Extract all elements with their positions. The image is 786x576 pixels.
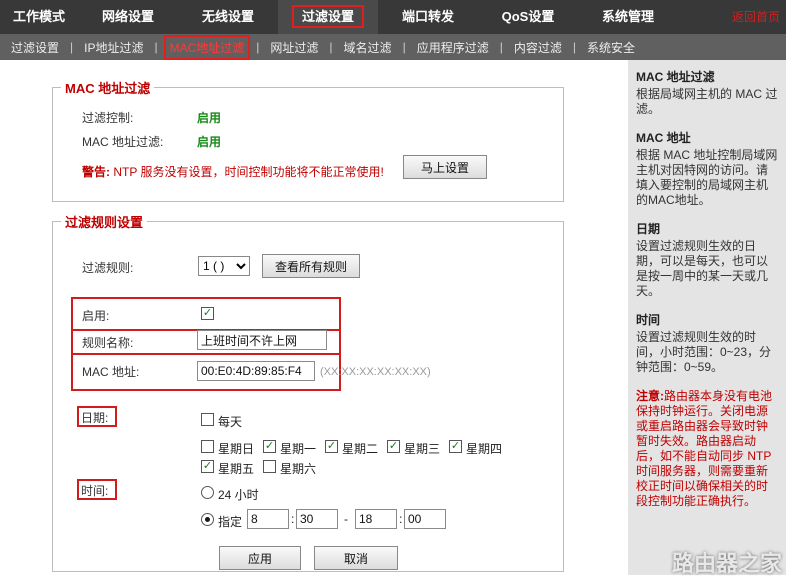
friday-checkbox[interactable]: ✓ bbox=[201, 460, 214, 473]
tuesday-label: 星期二 bbox=[342, 442, 379, 456]
subnav-content-filter[interactable]: 内容过滤 bbox=[503, 39, 573, 56]
everyday-checkbox[interactable] bbox=[201, 413, 214, 426]
start-hour-input[interactable] bbox=[247, 509, 289, 529]
everyday-label: 每天 bbox=[218, 415, 243, 429]
nav-system-management[interactable]: 系统管理 bbox=[578, 0, 678, 34]
monday-label: 星期一 bbox=[280, 442, 317, 456]
nav-port-forwarding[interactable]: 端口转发 bbox=[378, 0, 478, 34]
nav-wireless-settings[interactable]: 无线设置 bbox=[178, 0, 278, 34]
tuesday-checkbox[interactable]: ✓ bbox=[325, 440, 338, 453]
time-24h-label: 24 小时 bbox=[218, 488, 259, 502]
filter-control-value: 启用 bbox=[197, 111, 222, 125]
setup-now-button[interactable]: 马上设置 bbox=[403, 155, 487, 179]
thursday-checkbox[interactable]: ✓ bbox=[449, 440, 462, 453]
help-mac-filter-text: 根据局域网主机的 MAC 过滤。 bbox=[636, 87, 778, 116]
monday-checkbox[interactable]: ✓ bbox=[263, 440, 276, 453]
time-label: 时间: bbox=[81, 484, 109, 498]
help-time-title: 时间 bbox=[636, 313, 661, 327]
saturday-label: 星期六 bbox=[280, 462, 317, 476]
nav-filter-settings-label: 过滤设置 bbox=[291, 5, 364, 28]
time-custom-radio[interactable] bbox=[201, 513, 214, 526]
help-sidebar: MAC 地址过滤 根据局域网主机的 MAC 过滤。 MAC 地址 根据 MAC … bbox=[628, 60, 786, 575]
mac-filter-label: MAC 地址过滤: bbox=[82, 135, 164, 149]
cancel-button[interactable]: 取消 bbox=[314, 546, 398, 570]
subnav-separator: | bbox=[154, 40, 158, 54]
subnav-filter-settings[interactable]: 过滤设置 bbox=[0, 39, 70, 56]
top-nav: 工作模式 网络设置 无线设置 过滤设置 端口转发 QoS设置 系统管理 返回首页 bbox=[0, 0, 786, 34]
nav-qos-settings[interactable]: QoS设置 bbox=[478, 0, 578, 34]
warning-prefix: 警告: bbox=[82, 165, 110, 179]
start-time-colon: : bbox=[291, 512, 295, 526]
start-minute-input[interactable] bbox=[296, 509, 338, 529]
filter-control-label: 过滤控制: bbox=[82, 111, 134, 125]
nav-work-mode[interactable]: 工作模式 bbox=[0, 0, 78, 34]
wednesday-label: 星期三 bbox=[404, 442, 441, 456]
time-range-dash: - bbox=[344, 512, 348, 526]
subnav-app-filter[interactable]: 应用程序过滤 bbox=[406, 39, 500, 56]
mac-filter-legend: MAC 地址过滤 bbox=[65, 81, 151, 96]
subnav-system-security[interactable]: 系统安全 bbox=[576, 39, 646, 56]
end-time-colon: : bbox=[399, 512, 403, 526]
saturday-checkbox[interactable] bbox=[263, 460, 276, 473]
end-hour-input[interactable] bbox=[355, 509, 397, 529]
enable-checkbox[interactable]: ✓ bbox=[201, 307, 214, 320]
warning-text: NTP 服务没有设置，时间控制功能将不能正常使用! bbox=[110, 165, 384, 179]
rule-name-input[interactable] bbox=[197, 330, 327, 350]
end-minute-input[interactable] bbox=[404, 509, 446, 529]
nav-filter-settings[interactable]: 过滤设置 bbox=[278, 0, 378, 34]
site-watermark: 路由器之家 bbox=[671, 551, 782, 576]
subnav-url-filter[interactable]: 网址过滤 bbox=[259, 39, 329, 56]
ntp-warning: 警告: NTP 服务没有设置，时间控制功能将不能正常使用! bbox=[82, 163, 384, 180]
mac-address-input[interactable] bbox=[197, 361, 315, 381]
help-time-text: 设置过滤规则生效的时间，小时范围：0~23，分钟范围：0~59。 bbox=[636, 330, 772, 374]
sunday-label: 星期日 bbox=[218, 442, 255, 456]
subnav-domain-filter[interactable]: 域名过滤 bbox=[333, 39, 403, 56]
subnav-mac-filter[interactable]: MAC地址过滤 bbox=[163, 34, 251, 60]
help-mac-address-text: 根据 MAC 地址控制局域网主机对因特网的访问。请填入要控制的局域网主机的MAC… bbox=[636, 148, 778, 207]
mac-format-hint: (XX:XX:XX:XX:XX:XX) bbox=[320, 366, 431, 378]
thursday-label: 星期四 bbox=[466, 442, 503, 456]
filter-rule-select[interactable]: 1 ( ) bbox=[198, 256, 250, 276]
help-note-text: 路由器本身没有电池保持时钟运行。关闭电源或重启路由器会导致时钟暂时失效。路由器启… bbox=[636, 389, 773, 508]
filter-rule-label: 过滤规则: bbox=[82, 261, 134, 275]
main-content: MAC 地址过滤 过滤控制: 启用 MAC 地址过滤: 启用 警告: NTP 服… bbox=[0, 60, 628, 575]
date-label: 日期: bbox=[81, 411, 109, 425]
mac-address-label: MAC 地址: bbox=[82, 365, 140, 379]
sub-nav: 过滤设置 | IP地址过滤 | MAC地址过滤 | 网址过滤 | 域名过滤 | … bbox=[0, 34, 786, 60]
help-date-text: 设置过滤规则生效的日期，可以是每天，也可以是按一周中的某一天或几天。 bbox=[636, 239, 769, 298]
apply-button[interactable]: 应用 bbox=[219, 546, 301, 570]
return-home-link[interactable]: 返回首页 bbox=[732, 0, 780, 34]
rule-name-label: 规则名称: bbox=[82, 336, 134, 350]
help-note-prefix: 注意: bbox=[636, 389, 664, 403]
help-mac-filter-title: MAC 地址过滤 bbox=[636, 70, 715, 84]
mac-filter-value: 启用 bbox=[197, 135, 222, 149]
subnav-ip-filter[interactable]: IP地址过滤 bbox=[73, 39, 154, 56]
wednesday-checkbox[interactable]: ✓ bbox=[387, 440, 400, 453]
help-note: 注意:路由器本身没有电池保持时钟运行。关闭电源或重启路由器会导致时钟暂时失效。路… bbox=[636, 389, 778, 509]
view-all-rules-button[interactable]: 查看所有规则 bbox=[262, 254, 360, 278]
enable-label: 启用: bbox=[82, 309, 110, 323]
friday-label: 星期五 bbox=[218, 462, 255, 476]
time-24h-radio[interactable] bbox=[201, 486, 214, 499]
nav-network-settings[interactable]: 网络设置 bbox=[78, 0, 178, 34]
help-mac-address-title: MAC 地址 bbox=[636, 131, 691, 145]
time-custom-label: 指定 bbox=[218, 515, 243, 529]
sunday-checkbox[interactable] bbox=[201, 440, 214, 453]
rule-settings-legend: 过滤规则设置 bbox=[65, 215, 144, 230]
help-date-title: 日期 bbox=[636, 222, 661, 236]
